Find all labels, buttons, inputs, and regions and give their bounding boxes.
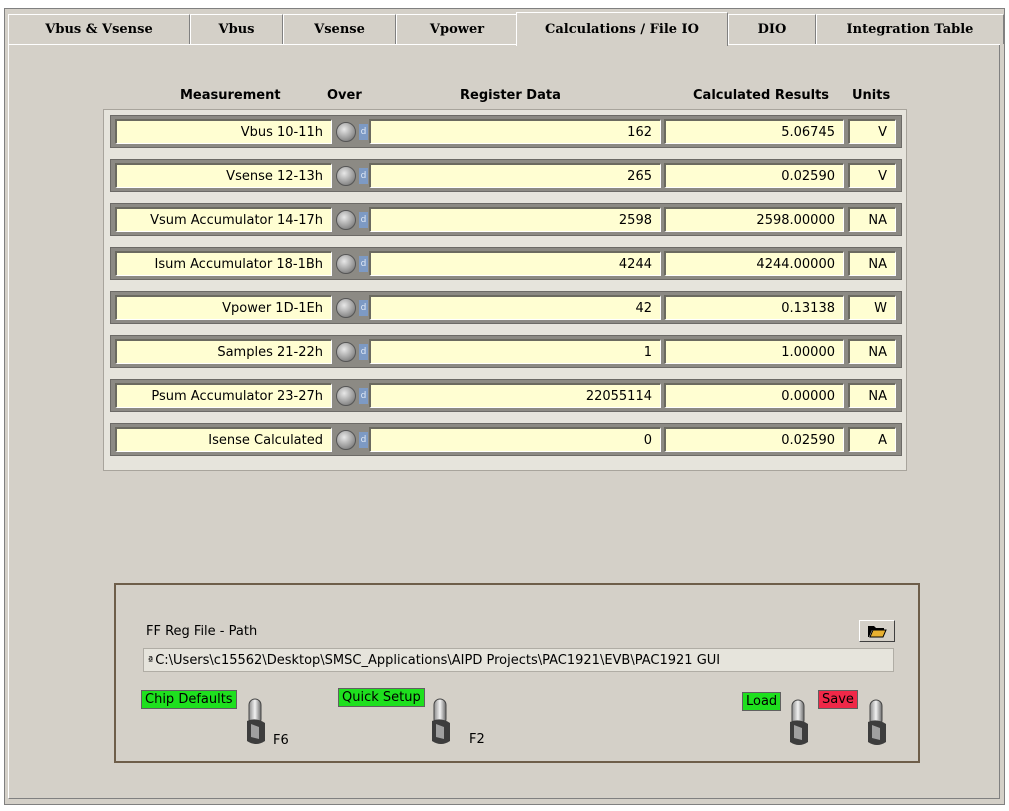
calculated-result-value: 0.02590 — [664, 427, 844, 452]
over-led-icon — [336, 254, 356, 274]
file-path-label: FF Reg File - Path — [146, 624, 258, 639]
measurement-table: Vbus 10-11h d 162 5.06745 V Vsense 12-13… — [103, 109, 907, 471]
display-format-tag[interactable]: d — [359, 124, 368, 140]
display-format-tag[interactable]: d — [359, 212, 368, 228]
unit-value: V — [848, 119, 896, 144]
register-data-value: 22055114 — [369, 383, 661, 408]
calculated-result-value: 2598.00000 — [664, 207, 844, 232]
display-format-tag[interactable]: d — [359, 256, 368, 272]
tab-vsense[interactable]: Vsense — [283, 14, 396, 44]
display-format-tag[interactable]: d — [359, 388, 368, 404]
calculated-result-value: 0.02590 — [664, 163, 844, 188]
table-row: Psum Accumulator 23-27h d 22055114 0.000… — [110, 379, 902, 412]
file-path-value: C:\Users\c15562\Desktop\SMSC_Application… — [155, 652, 721, 668]
chip-defaults-toggle-switch[interactable] — [243, 697, 269, 749]
table-row: Isum Accumulator 18-1Bh d 4244 4244.0000… — [110, 247, 902, 280]
tab-calculations-file-io[interactable]: Calculations / File IO — [516, 12, 728, 46]
measurement-name: Vsense 12-13h — [115, 163, 332, 188]
measurement-name: Psum Accumulator 23-27h — [115, 383, 332, 408]
over-led-icon — [336, 430, 356, 450]
display-format-tag[interactable]: d — [359, 300, 368, 316]
file-path-input[interactable]: ª C:\Users\c15562\Desktop\SMSC_Applicati… — [143, 648, 894, 672]
table-row: Isense Calculated d 0 0.02590 A — [110, 423, 902, 456]
quick-setup-toggle-switch[interactable] — [428, 697, 454, 749]
table-row: Samples 21-22h d 1 1.00000 NA — [110, 335, 902, 368]
header-register-data: Register Data — [460, 88, 561, 103]
unit-value: W — [848, 295, 896, 320]
header-measurement: Measurement — [180, 88, 281, 103]
unit-value: A — [848, 427, 896, 452]
header-units: Units — [852, 88, 891, 103]
over-led-icon — [336, 298, 356, 318]
header-over: Over — [327, 88, 362, 103]
chip-defaults-shortcut: F6 — [273, 733, 289, 748]
quick-setup-shortcut: F2 — [469, 732, 485, 747]
measurement-name: Isense Calculated — [115, 427, 332, 452]
register-data-value: 1 — [369, 339, 661, 364]
load-toggle-switch[interactable] — [786, 698, 812, 750]
over-led-icon — [336, 386, 356, 406]
unit-value: NA — [848, 383, 896, 408]
calculated-result-value: 1.00000 — [664, 339, 844, 364]
save-toggle-switch[interactable] — [864, 698, 890, 750]
calculated-result-value: 0.13138 — [664, 295, 844, 320]
browse-folder-button[interactable] — [859, 620, 895, 642]
calculated-result-value: 4244.00000 — [664, 251, 844, 276]
register-data-value: 2598 — [369, 207, 661, 232]
tab-bar: Vbus & Vsense Vbus Vsense Vpower Calcula… — [8, 12, 1004, 46]
unit-value: NA — [848, 251, 896, 276]
measurement-name: Samples 21-22h — [115, 339, 332, 364]
table-row: Vsense 12-13h d 265 0.02590 V — [110, 159, 902, 192]
over-led-icon — [336, 166, 356, 186]
tab-dio[interactable]: DIO — [728, 14, 816, 44]
tab-vbus[interactable]: Vbus — [190, 14, 283, 44]
calculated-result-value: 5.06745 — [664, 119, 844, 144]
header-calculated-results: Calculated Results — [693, 88, 830, 103]
display-format-tag[interactable]: d — [359, 168, 368, 184]
tab-vbus-vsense[interactable]: Vbus & Vsense — [8, 14, 190, 44]
display-format-tag[interactable]: d — [359, 432, 368, 448]
table-row: Vsum Accumulator 14-17h d 2598 2598.0000… — [110, 203, 902, 236]
calculated-result-value: 0.00000 — [664, 383, 844, 408]
measurement-name: Isum Accumulator 18-1Bh — [115, 251, 332, 276]
path-icon: ª — [148, 653, 154, 667]
tab-vpower[interactable]: Vpower — [396, 14, 518, 44]
measurement-name: Vbus 10-11h — [115, 119, 332, 144]
measurement-name: Vsum Accumulator 14-17h — [115, 207, 332, 232]
over-led-icon — [336, 342, 356, 362]
unit-value: NA — [848, 339, 896, 364]
register-data-value: 0 — [369, 427, 661, 452]
unit-value: NA — [848, 207, 896, 232]
register-data-value: 42 — [369, 295, 661, 320]
load-label: Load — [742, 692, 782, 711]
over-led-icon — [336, 210, 356, 230]
save-label: Save — [818, 690, 858, 709]
table-row: Vbus 10-11h d 162 5.06745 V — [110, 115, 902, 148]
register-data-value: 4244 — [369, 251, 661, 276]
display-format-tag[interactable]: d — [359, 344, 368, 360]
register-data-value: 162 — [369, 119, 661, 144]
folder-open-icon — [868, 626, 887, 638]
register-data-value: 265 — [369, 163, 661, 188]
table-row: Vpower 1D-1Eh d 42 0.13138 W — [110, 291, 902, 324]
quick-setup-label: Quick Setup — [338, 688, 425, 707]
over-led-icon — [336, 122, 356, 142]
chip-defaults-label: Chip Defaults — [141, 690, 237, 709]
unit-value: V — [848, 163, 896, 188]
measurement-name: Vpower 1D-1Eh — [115, 295, 332, 320]
tab-integration-table[interactable]: Integration Table — [816, 14, 1004, 44]
